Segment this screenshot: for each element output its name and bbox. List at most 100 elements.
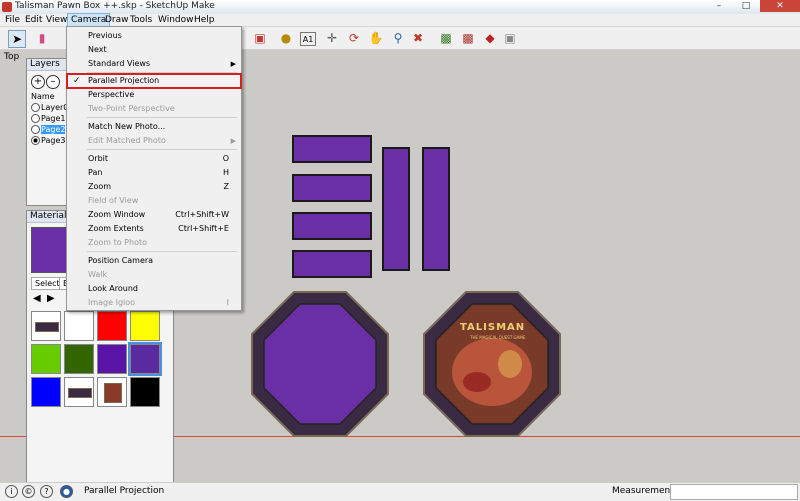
purple-panel[interactable]	[292, 250, 372, 278]
menu-item-zoom-window[interactable]: Zoom Window Ctrl+Shift+W	[67, 208, 241, 222]
purple-panel[interactable]	[382, 147, 410, 271]
user-icon[interactable]: ●	[60, 485, 73, 498]
purple-panel[interactable]	[292, 212, 372, 240]
menu-item-next[interactable]: Next	[67, 43, 241, 57]
menu-edit[interactable]: Edit	[22, 14, 45, 26]
purple-octagon-tray[interactable]	[250, 290, 390, 438]
extension-warehouse-icon[interactable]: ◆	[482, 30, 498, 46]
menu-item-edit-matched-photo: Edit Matched Photo ▶	[67, 134, 241, 148]
menu-item-two-point-perspective: Two-Point Perspective	[67, 102, 241, 116]
menu-item-label: Zoom Window	[88, 210, 146, 219]
dimension-icon[interactable]: A1	[300, 32, 316, 46]
eraser-tool-icon[interactable]: ▮	[34, 30, 50, 46]
menu-item-label: Look Around	[88, 284, 138, 293]
sketchup-app-icon	[2, 2, 12, 12]
submenu-arrow-icon: ▶	[230, 137, 236, 145]
menu-item-look-around[interactable]: Look Around	[67, 282, 241, 296]
delete-layer-icon[interactable]: –	[46, 75, 60, 89]
instructor-icon[interactable]: ?	[40, 485, 53, 498]
menu-separator	[87, 117, 237, 118]
menu-item-position-camera[interactable]: Position Camera	[67, 254, 241, 268]
material-swatch[interactable]	[64, 344, 94, 374]
menu-item-label: Zoom	[88, 182, 112, 191]
menu-file[interactable]: File	[2, 14, 23, 26]
zoom-icon[interactable]: ⚲	[390, 30, 406, 46]
purple-panel[interactable]	[292, 135, 372, 163]
axes-icon[interactable]: ✛	[324, 30, 340, 46]
maximize-button[interactable]: □	[733, 0, 759, 12]
menu-item-field-of-view: Field of View	[67, 194, 241, 208]
material-swatch[interactable]	[31, 344, 61, 374]
measurements-label: Measurements	[612, 486, 679, 496]
menu-item-orbit[interactable]: Orbit O	[67, 152, 241, 166]
menu-item-zoom-to-photo: Zoom to Photo	[67, 236, 241, 250]
menu-item-label: Image Igloo	[88, 298, 136, 307]
geo-location-icon[interactable]: i	[5, 485, 18, 498]
menu-item-perspective[interactable]: Perspective	[67, 88, 241, 102]
paint-bucket-icon[interactable]: ▣	[252, 30, 268, 46]
layer-radio[interactable]	[31, 125, 40, 134]
status-bar: i © ? ● Parallel Projection Measurements	[0, 482, 800, 501]
menu-item-zoom[interactable]: Zoom Z	[67, 180, 241, 194]
minimize-button[interactable]: –	[706, 0, 732, 12]
menu-help[interactable]: Help	[191, 14, 218, 26]
menu-item-pan[interactable]: Pan H	[67, 166, 241, 180]
menu-item-label: Two-Point Perspective	[88, 104, 175, 113]
material-thumb	[35, 322, 59, 332]
material-swatch[interactable]	[31, 377, 61, 407]
add-layer-icon[interactable]: +	[31, 75, 45, 89]
tape-measure-icon[interactable]: ●	[278, 30, 294, 46]
menu-item-zoom-extents[interactable]: Zoom Extents Ctrl+Shift+E	[67, 222, 241, 236]
menu-separator	[87, 251, 237, 252]
menu-item-label: Perspective	[88, 90, 135, 99]
orbit-icon[interactable]: ⟳	[346, 30, 362, 46]
share-model-icon[interactable]: ▣	[502, 30, 518, 46]
forward-arrow-icon[interactable]: ▶	[47, 293, 55, 304]
submenu-arrow-icon: ▶	[230, 60, 236, 68]
zoom-extents-icon[interactable]: ✖	[410, 30, 426, 46]
menu-item-shortcut: Ctrl+Shift+E	[178, 224, 229, 233]
layer-row[interactable]: Layer0	[31, 103, 68, 113]
menu-item-standard-views[interactable]: Standard Views ▶	[67, 57, 241, 71]
material-swatch[interactable]	[64, 311, 94, 341]
layer-radio[interactable]	[31, 103, 40, 112]
purple-panel[interactable]	[292, 174, 372, 202]
warehouse-icon[interactable]: ▩	[438, 30, 454, 46]
menu-item-shortcut: O	[222, 154, 229, 163]
checkmark-icon: ✓	[73, 76, 81, 86]
material-swatch[interactable]	[130, 311, 160, 341]
back-arrow-icon[interactable]: ◀	[33, 293, 41, 304]
material-swatch[interactable]	[128, 342, 162, 376]
purple-panel[interactable]	[422, 147, 450, 271]
material-swatch[interactable]	[64, 377, 94, 407]
menu-item-shortcut: H	[222, 168, 229, 177]
menu-item-label: Zoom to Photo	[88, 238, 147, 247]
layer-radio[interactable]	[31, 136, 40, 145]
talisman-board-tray[interactable]	[422, 290, 562, 438]
menu-item-label: Standard Views	[88, 59, 151, 68]
layer-name: Page3	[41, 136, 66, 145]
menu-item-parallel-projection[interactable]: ✓ Parallel Projection	[66, 73, 242, 89]
material-swatch[interactable]	[130, 377, 160, 407]
components-icon[interactable]: ▩	[460, 30, 476, 46]
layer-row[interactable]: Page1	[31, 114, 65, 124]
camera-menu: Previous Next Standard Views ▶ ✓ Parallel …	[66, 26, 242, 311]
credits-icon[interactable]: ©	[22, 485, 35, 498]
material-swatch[interactable]	[97, 377, 127, 407]
material-swatch[interactable]	[31, 311, 61, 341]
menu-item-previous[interactable]: Previous	[67, 29, 241, 43]
layer-row[interactable]: Page3	[31, 136, 65, 146]
material-swatch[interactable]	[97, 311, 127, 341]
select-tool-icon[interactable]: ➤	[8, 30, 26, 48]
material-swatch[interactable]	[97, 344, 127, 374]
layer-radio[interactable]	[31, 114, 40, 123]
menu-item-image-igloo: Image Igloo I	[67, 296, 241, 310]
board-subtitle: THE MAGICAL QUEST GAME	[470, 335, 526, 340]
menu-item-label: Match New Photo...	[88, 122, 166, 131]
layer-row[interactable]: Page2	[31, 125, 66, 135]
menu-item-match-new-photo[interactable]: Match New Photo...	[67, 120, 241, 134]
close-button[interactable]: ✕	[760, 0, 800, 12]
measurements-field[interactable]	[670, 484, 798, 500]
menu-tools[interactable]: Tools	[127, 14, 155, 26]
pan-icon[interactable]: ✋	[368, 30, 384, 46]
